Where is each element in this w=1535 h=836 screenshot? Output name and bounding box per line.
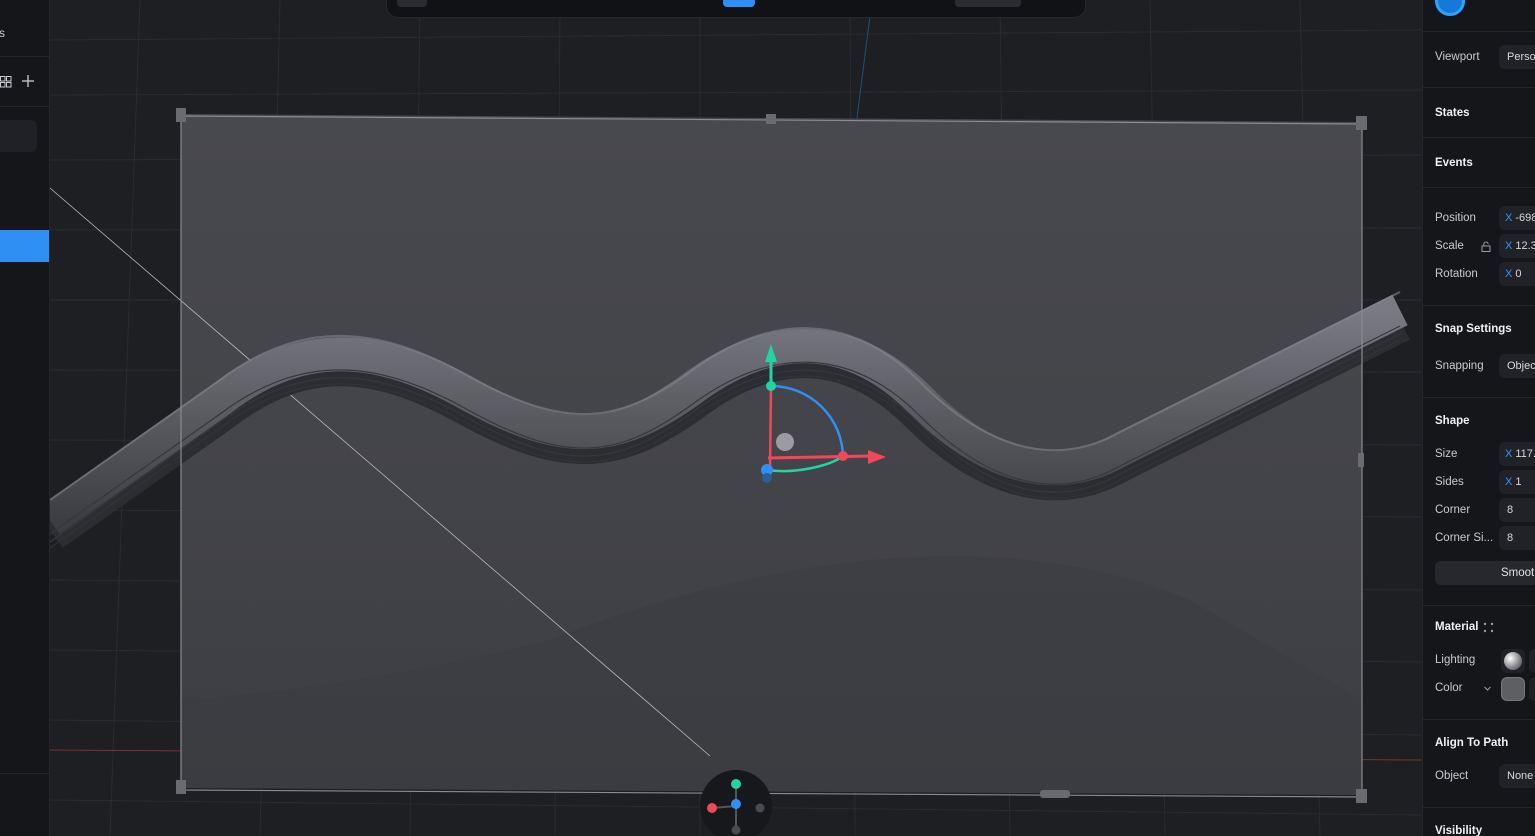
neg-y-axis-dot[interactable] xyxy=(731,825,741,835)
viewport-select[interactable]: Perso xyxy=(1499,45,1535,69)
toolbar-button[interactable] xyxy=(397,0,427,7)
object-select[interactable]: None xyxy=(1499,764,1535,788)
divider xyxy=(0,56,49,57)
resize-handle[interactable] xyxy=(176,108,186,122)
divider xyxy=(1423,31,1535,32)
toolbar-button-active[interactable] xyxy=(723,0,755,7)
toolbar-button[interactable] xyxy=(955,0,1021,7)
corner-field[interactable]: 8 xyxy=(1499,498,1535,522)
scale-x-value: 12.33 xyxy=(1515,240,1535,252)
resize-handle[interactable] xyxy=(766,114,776,124)
snapping-label: Snapping xyxy=(1435,360,1484,372)
color-layer-swatch[interactable] xyxy=(1529,677,1535,701)
properties-panel: Viewport Perso States Events Position X-… xyxy=(1422,0,1535,836)
divider xyxy=(1423,305,1535,306)
size-x-value: 117.6 xyxy=(1515,448,1535,460)
axis-label: X xyxy=(1505,448,1513,460)
lighting-label: Lighting xyxy=(1435,654,1476,666)
smooth-button[interactable]: Smoot xyxy=(1435,561,1535,585)
scale-x-field[interactable]: X12.33 xyxy=(1499,234,1535,258)
divider xyxy=(1423,397,1535,398)
scene-color-swatch[interactable] xyxy=(1435,0,1465,16)
rotation-x-value: 0 xyxy=(1515,268,1522,280)
resize-handle[interactable] xyxy=(1356,789,1367,803)
color-label: Color xyxy=(1435,682,1463,694)
resize-handle[interactable] xyxy=(1356,116,1367,130)
divider xyxy=(1423,719,1535,720)
divider xyxy=(1423,605,1535,606)
resize-handle[interactable] xyxy=(176,780,186,794)
scene-canvas[interactable] xyxy=(50,0,1422,836)
sides-field[interactable]: X1 xyxy=(1499,470,1535,494)
neg-x-axis-dot[interactable] xyxy=(755,803,765,813)
left-panel-partial-label: s xyxy=(0,26,5,40)
divider xyxy=(1423,187,1535,188)
corner-value: 8 xyxy=(1507,504,1514,516)
color-swatch[interactable] xyxy=(1501,677,1525,701)
left-panel: s xyxy=(0,0,50,836)
lighting-layer-swatch[interactable] xyxy=(1529,649,1535,673)
corner-segments-value: 8 xyxy=(1507,532,1514,544)
states-heading[interactable]: States xyxy=(1435,107,1470,119)
z-axis-dot[interactable] xyxy=(731,799,741,809)
lighting-swatch[interactable] xyxy=(1501,649,1525,673)
shape-heading: Shape xyxy=(1435,415,1470,427)
material-heading: Material xyxy=(1435,621,1479,633)
divider xyxy=(1423,87,1535,88)
x-axis-dot[interactable] xyxy=(707,803,717,813)
lock-icon[interactable] xyxy=(1481,241,1491,252)
axis-label: X xyxy=(1505,212,1513,224)
resize-handle[interactable] xyxy=(1040,790,1070,798)
axis-label: X xyxy=(1505,476,1513,488)
search-input[interactable] xyxy=(0,120,37,152)
rotation-x-field[interactable]: X0 xyxy=(1499,262,1535,286)
selected-layer-item[interactable] xyxy=(0,230,49,262)
align-to-path-heading: Align To Path xyxy=(1435,737,1509,749)
snapping-value: Objec xyxy=(1507,360,1535,372)
size-x-field[interactable]: X117.6 xyxy=(1499,442,1535,466)
scale-label: Scale xyxy=(1435,240,1464,252)
corner-segments-label: Corner Si... xyxy=(1435,532,1494,544)
z-axis-arrowhead[interactable] xyxy=(762,473,772,483)
y-axis-dot[interactable] xyxy=(731,779,741,789)
divider xyxy=(0,773,49,774)
divider xyxy=(1423,137,1535,138)
x-handle[interactable] xyxy=(838,451,848,461)
divider xyxy=(1423,807,1535,808)
y-handle[interactable] xyxy=(766,381,776,391)
grid-icon[interactable] xyxy=(0,76,12,88)
size-label: Size xyxy=(1435,448,1458,460)
lighting-sphere-icon xyxy=(1504,652,1522,670)
center-handle[interactable] xyxy=(776,433,794,451)
corner-label: Corner xyxy=(1435,504,1471,516)
viewport-value: Perso xyxy=(1507,51,1535,63)
snapping-select[interactable]: Objec xyxy=(1499,354,1535,378)
axis-label: X xyxy=(1505,268,1513,280)
position-x-value: -698 xyxy=(1515,212,1535,224)
top-toolbar xyxy=(386,0,1086,18)
dots-icon[interactable] xyxy=(1483,622,1494,633)
visibility-heading: Visibility xyxy=(1435,825,1483,836)
axis-label: X xyxy=(1505,240,1513,252)
events-heading[interactable]: Events xyxy=(1435,157,1473,169)
position-x-field[interactable]: X-698 xyxy=(1499,206,1535,230)
object-value: None xyxy=(1507,770,1534,782)
sides-label: Sides xyxy=(1435,476,1464,488)
object-label: Object xyxy=(1435,770,1469,782)
x-axis-arrow[interactable] xyxy=(767,454,871,460)
resize-handle[interactable] xyxy=(1358,453,1364,467)
divider xyxy=(0,106,49,107)
rotation-label: Rotation xyxy=(1435,268,1478,280)
chevron-down-icon[interactable] xyxy=(1483,684,1492,693)
viewport-label: Viewport xyxy=(1435,51,1480,63)
corner-segments-field[interactable]: 8 xyxy=(1499,526,1535,550)
snap-settings-heading: Snap Settings xyxy=(1435,323,1512,335)
3d-viewport[interactable] xyxy=(50,0,1422,836)
plus-icon[interactable] xyxy=(21,74,35,88)
sides-value: 1 xyxy=(1515,476,1522,488)
position-label: Position xyxy=(1435,212,1476,224)
